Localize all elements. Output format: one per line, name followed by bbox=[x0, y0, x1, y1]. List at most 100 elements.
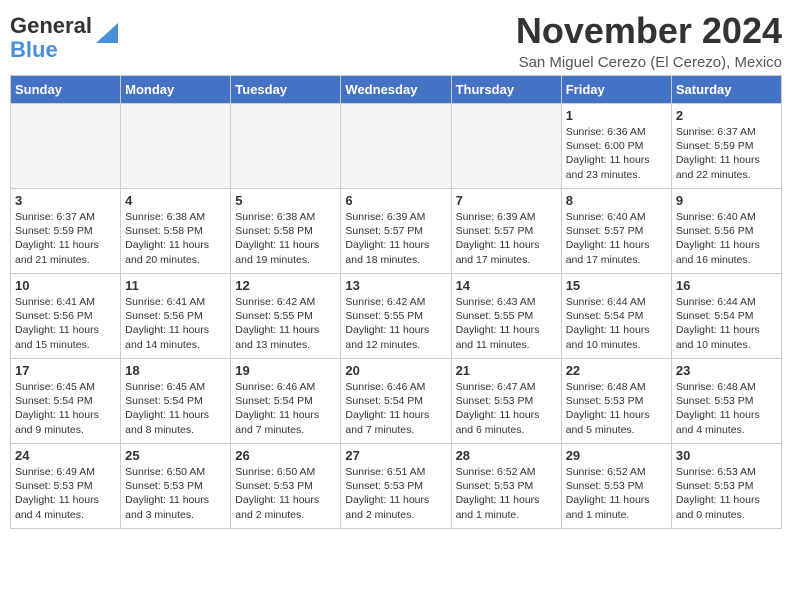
weekday-header-saturday: Saturday bbox=[671, 76, 781, 104]
day-info: Sunrise: 6:49 AM Sunset: 5:53 PM Dayligh… bbox=[15, 465, 116, 522]
weekday-header-thursday: Thursday bbox=[451, 76, 561, 104]
day-info: Sunrise: 6:42 AM Sunset: 5:55 PM Dayligh… bbox=[235, 295, 336, 352]
day-cell: 2 Sunrise: 6:37 AM Sunset: 5:59 PM Daylig… bbox=[671, 104, 781, 189]
day-number: 2 bbox=[676, 108, 777, 123]
day-number: 26 bbox=[235, 448, 336, 463]
day-cell: 8 Sunrise: 6:40 AM Sunset: 5:57 PM Daylig… bbox=[561, 189, 671, 274]
day-number: 10 bbox=[15, 278, 116, 293]
weekday-header-friday: Friday bbox=[561, 76, 671, 104]
day-cell: 26 Sunrise: 6:50 AM Sunset: 5:53 PM Dayli… bbox=[231, 444, 341, 529]
day-cell: 27 Sunrise: 6:51 AM Sunset: 5:53 PM Dayli… bbox=[341, 444, 451, 529]
day-info: Sunrise: 6:40 AM Sunset: 5:57 PM Dayligh… bbox=[566, 210, 667, 267]
day-cell bbox=[451, 104, 561, 189]
day-number: 27 bbox=[345, 448, 446, 463]
week-row-4: 17 Sunrise: 6:45 AM Sunset: 5:54 PM Dayli… bbox=[11, 359, 782, 444]
day-cell: 19 Sunrise: 6:46 AM Sunset: 5:54 PM Dayli… bbox=[231, 359, 341, 444]
day-cell bbox=[231, 104, 341, 189]
day-cell: 11 Sunrise: 6:41 AM Sunset: 5:56 PM Dayli… bbox=[121, 274, 231, 359]
weekday-header-monday: Monday bbox=[121, 76, 231, 104]
day-number: 3 bbox=[15, 193, 116, 208]
week-row-3: 10 Sunrise: 6:41 AM Sunset: 5:56 PM Dayli… bbox=[11, 274, 782, 359]
day-number: 22 bbox=[566, 363, 667, 378]
logo-blue: Blue bbox=[10, 37, 58, 62]
day-number: 29 bbox=[566, 448, 667, 463]
day-cell: 16Sunrise: 6:44 AM Sunset: 5:54 PM Dayli… bbox=[671, 274, 781, 359]
day-cell: 15Sunrise: 6:44 AM Sunset: 5:54 PM Dayli… bbox=[561, 274, 671, 359]
title-area: November 2024 San Miguel Cerezo (El Cere… bbox=[516, 10, 782, 71]
week-row-1: 1 Sunrise: 6:36 AM Sunset: 6:00 PM Daylig… bbox=[11, 104, 782, 189]
day-number: 9 bbox=[676, 193, 777, 208]
day-number: 17 bbox=[15, 363, 116, 378]
day-cell: 14 Sunrise: 6:43 AM Sunset: 5:55 PM Dayli… bbox=[451, 274, 561, 359]
day-number: 4 bbox=[125, 193, 226, 208]
day-info: Sunrise: 6:43 AM Sunset: 5:55 PM Dayligh… bbox=[456, 295, 557, 352]
day-number: 6 bbox=[345, 193, 446, 208]
location-subtitle: San Miguel Cerezo (El Cerezo), Mexico bbox=[516, 54, 782, 71]
day-cell: 9 Sunrise: 6:40 AM Sunset: 5:56 PM Daylig… bbox=[671, 189, 781, 274]
day-cell bbox=[11, 104, 121, 189]
day-cell: 17 Sunrise: 6:45 AM Sunset: 5:54 PM Dayli… bbox=[11, 359, 121, 444]
day-info: Sunrise: 6:42 AM Sunset: 5:55 PM Dayligh… bbox=[345, 295, 446, 352]
weekday-header-sunday: Sunday bbox=[11, 76, 121, 104]
day-number: 21 bbox=[456, 363, 557, 378]
day-cell: 5 Sunrise: 6:38 AM Sunset: 5:58 PM Daylig… bbox=[231, 189, 341, 274]
day-info: Sunrise: 6:52 AM Sunset: 5:53 PM Dayligh… bbox=[566, 465, 667, 522]
day-number: 13 bbox=[345, 278, 446, 293]
day-info: Sunrise: 6:36 AM Sunset: 6:00 PM Dayligh… bbox=[566, 125, 667, 182]
day-cell: 23 Sunrise: 6:48 AM Sunset: 5:53 PM Dayli… bbox=[671, 359, 781, 444]
day-cell: 18 Sunrise: 6:45 AM Sunset: 5:54 PM Dayli… bbox=[121, 359, 231, 444]
week-row-2: 3 Sunrise: 6:37 AM Sunset: 5:59 PM Daylig… bbox=[11, 189, 782, 274]
day-number: 28 bbox=[456, 448, 557, 463]
weekday-header-wednesday: Wednesday bbox=[341, 76, 451, 104]
day-info: Sunrise: 6:51 AM Sunset: 5:53 PM Dayligh… bbox=[345, 465, 446, 522]
day-info: Sunrise: 6:47 AM Sunset: 5:53 PM Dayligh… bbox=[456, 380, 557, 437]
calendar-table: SundayMondayTuesdayWednesdayThursdayFrid… bbox=[10, 75, 782, 529]
day-cell: 25 Sunrise: 6:50 AM Sunset: 5:53 PM Dayli… bbox=[121, 444, 231, 529]
day-info: Sunrise: 6:44 AM Sunset: 5:54 PM Dayligh… bbox=[676, 295, 777, 352]
day-cell: 24Sunrise: 6:49 AM Sunset: 5:53 PM Dayli… bbox=[11, 444, 121, 529]
day-cell: 20Sunrise: 6:46 AM Sunset: 5:54 PM Dayli… bbox=[341, 359, 451, 444]
day-number: 14 bbox=[456, 278, 557, 293]
day-cell: 12 Sunrise: 6:42 AM Sunset: 5:55 PM Dayli… bbox=[231, 274, 341, 359]
day-info: Sunrise: 6:45 AM Sunset: 5:54 PM Dayligh… bbox=[125, 380, 226, 437]
day-number: 12 bbox=[235, 278, 336, 293]
day-info: Sunrise: 6:37 AM Sunset: 5:59 PM Dayligh… bbox=[676, 125, 777, 182]
day-number: 1 bbox=[566, 108, 667, 123]
day-cell: 7 Sunrise: 6:39 AM Sunset: 5:57 PM Daylig… bbox=[451, 189, 561, 274]
day-info: Sunrise: 6:40 AM Sunset: 5:56 PM Dayligh… bbox=[676, 210, 777, 267]
day-cell bbox=[341, 104, 451, 189]
day-cell: 22Sunrise: 6:48 AM Sunset: 5:53 PM Dayli… bbox=[561, 359, 671, 444]
day-info: Sunrise: 6:38 AM Sunset: 5:58 PM Dayligh… bbox=[125, 210, 226, 267]
day-info: Sunrise: 6:44 AM Sunset: 5:54 PM Dayligh… bbox=[566, 295, 667, 352]
day-info: Sunrise: 6:46 AM Sunset: 5:54 PM Dayligh… bbox=[235, 380, 336, 437]
header: General Blue November 2024 San Miguel Ce… bbox=[10, 10, 782, 71]
day-number: 11 bbox=[125, 278, 226, 293]
day-cell: 28Sunrise: 6:52 AM Sunset: 5:53 PM Dayli… bbox=[451, 444, 561, 529]
week-row-5: 24Sunrise: 6:49 AM Sunset: 5:53 PM Dayli… bbox=[11, 444, 782, 529]
day-info: Sunrise: 6:50 AM Sunset: 5:53 PM Dayligh… bbox=[125, 465, 226, 522]
day-info: Sunrise: 6:41 AM Sunset: 5:56 PM Dayligh… bbox=[15, 295, 116, 352]
day-number: 30 bbox=[676, 448, 777, 463]
day-cell: 13 Sunrise: 6:42 AM Sunset: 5:55 PM Dayli… bbox=[341, 274, 451, 359]
day-number: 23 bbox=[676, 363, 777, 378]
day-number: 18 bbox=[125, 363, 226, 378]
day-info: Sunrise: 6:37 AM Sunset: 5:59 PM Dayligh… bbox=[15, 210, 116, 267]
day-info: Sunrise: 6:50 AM Sunset: 5:53 PM Dayligh… bbox=[235, 465, 336, 522]
day-number: 25 bbox=[125, 448, 226, 463]
day-number: 5 bbox=[235, 193, 336, 208]
logo-arrow-icon bbox=[96, 23, 118, 43]
day-number: 7 bbox=[456, 193, 557, 208]
day-info: Sunrise: 6:41 AM Sunset: 5:56 PM Dayligh… bbox=[125, 295, 226, 352]
day-cell: 29 Sunrise: 6:52 AM Sunset: 5:53 PM Dayli… bbox=[561, 444, 671, 529]
day-info: Sunrise: 6:39 AM Sunset: 5:57 PM Dayligh… bbox=[456, 210, 557, 267]
day-cell: 6Sunrise: 6:39 AM Sunset: 5:57 PM Daylig… bbox=[341, 189, 451, 274]
day-info: Sunrise: 6:48 AM Sunset: 5:53 PM Dayligh… bbox=[676, 380, 777, 437]
day-cell: 4 Sunrise: 6:38 AM Sunset: 5:58 PM Daylig… bbox=[121, 189, 231, 274]
day-info: Sunrise: 6:38 AM Sunset: 5:58 PM Dayligh… bbox=[235, 210, 336, 267]
weekday-header-row: SundayMondayTuesdayWednesdayThursdayFrid… bbox=[11, 76, 782, 104]
day-number: 8 bbox=[566, 193, 667, 208]
day-number: 19 bbox=[235, 363, 336, 378]
month-title: November 2024 bbox=[516, 10, 782, 52]
day-cell: 21 Sunrise: 6:47 AM Sunset: 5:53 PM Dayli… bbox=[451, 359, 561, 444]
day-info: Sunrise: 6:45 AM Sunset: 5:54 PM Dayligh… bbox=[15, 380, 116, 437]
